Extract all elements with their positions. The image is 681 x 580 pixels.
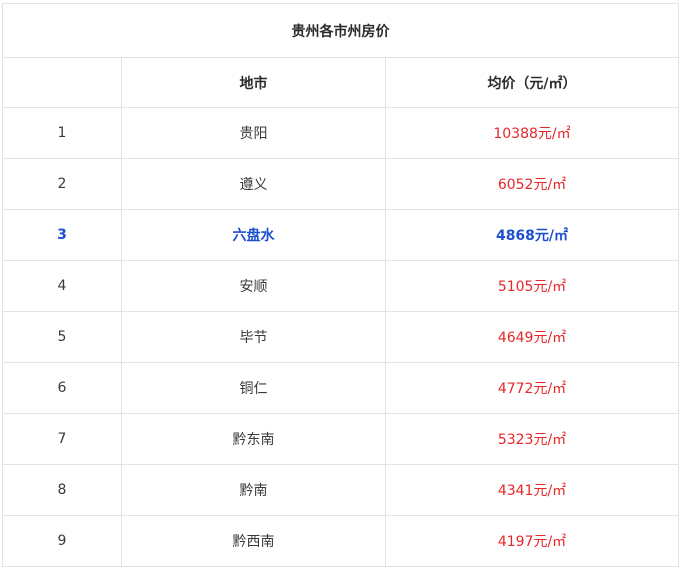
row-index: 7: [2, 413, 122, 465]
row-index: 1: [2, 107, 122, 159]
row-index: 2: [2, 158, 122, 210]
row-city: 安顺: [121, 260, 386, 312]
row-price: 4868元/㎡: [385, 209, 679, 261]
header-index: [2, 57, 122, 108]
row-city: 黔西南: [121, 515, 386, 567]
table-body: 贵州各市州房价 地市 均价（元/㎡） 1 贵阳 10388元/㎡ 2 遵义 6052元/㎡…: [2, 3, 679, 567]
row-price: 6052元/㎡: [385, 158, 679, 210]
table-header-row: 地市 均价（元/㎡）: [2, 57, 679, 108]
header-city: 地市: [121, 57, 386, 108]
row-index: 8: [2, 464, 122, 516]
row-city: 黔东南: [121, 413, 386, 465]
row-index: 6: [2, 362, 122, 414]
row-price: 5323元/㎡: [385, 413, 679, 465]
table-row: 6 铜仁 4772元/㎡: [2, 362, 679, 414]
row-index: 9: [2, 515, 122, 567]
table-row: 8 黔南 4341元/㎡: [2, 464, 679, 516]
table-row: 4 安顺 5105元/㎡: [2, 260, 679, 312]
table-row: 1 贵阳 10388元/㎡: [2, 107, 679, 159]
table-title-row: 贵州各市州房价: [2, 3, 679, 58]
row-city: 六盘水: [121, 209, 386, 261]
row-price: 4341元/㎡: [385, 464, 679, 516]
row-city: 铜仁: [121, 362, 386, 414]
row-index: 3: [2, 209, 122, 261]
row-city: 黔南: [121, 464, 386, 516]
table-row: 2 遵义 6052元/㎡: [2, 158, 679, 210]
row-price: 5105元/㎡: [385, 260, 679, 312]
table-row: 3 六盘水 4868元/㎡: [2, 209, 679, 261]
table-row: 5 毕节 4649元/㎡: [2, 311, 679, 363]
table-row: 7 黔东南 5323元/㎡: [2, 413, 679, 465]
row-index: 4: [2, 260, 122, 312]
row-price: 10388元/㎡: [385, 107, 679, 159]
row-city: 贵阳: [121, 107, 386, 159]
row-price: 4197元/㎡: [385, 515, 679, 567]
table-row: 9 黔西南 4197元/㎡: [2, 515, 679, 567]
row-price: 4649元/㎡: [385, 311, 679, 363]
row-city: 毕节: [121, 311, 386, 363]
housing-price-table: 贵州各市州房价 地市 均价（元/㎡） 1 贵阳 10388元/㎡ 2 遵义 6052元/㎡…: [2, 3, 679, 567]
row-price: 4772元/㎡: [385, 362, 679, 414]
row-index: 5: [2, 311, 122, 363]
row-city: 遵义: [121, 158, 386, 210]
table-title: 贵州各市州房价: [2, 3, 679, 58]
header-price: 均价（元/㎡）: [385, 57, 679, 108]
